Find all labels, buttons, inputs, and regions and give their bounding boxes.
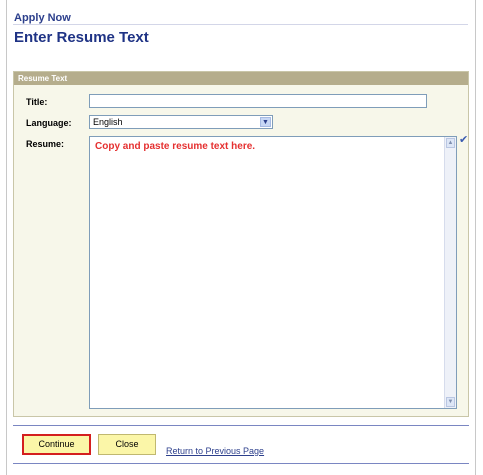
continue-button[interactable]: Continue [22,434,91,455]
spell-check-icon[interactable]: ✔ [459,134,471,146]
section-header: Resume Text [14,72,468,85]
bottom-divider [13,463,469,464]
resume-label: Resume: [26,139,65,149]
resume-scrollbar[interactable]: ▲ ▼ [444,137,456,408]
footer-divider [13,425,469,426]
page-title: Enter Resume Text [14,29,149,46]
chevron-down-icon[interactable]: ▼ [260,117,271,127]
close-button[interactable]: Close [98,434,156,455]
title-label: Title: [26,97,48,107]
resume-placeholder-text: Copy and paste resume text here. [95,141,256,152]
return-to-previous-page-link[interactable]: Return to Previous Page [166,446,264,456]
language-label: Language: [26,118,72,128]
breadcrumb[interactable]: Apply Now [14,12,71,24]
resume-text-section: Resume Text Title: Language: English ▼ R… [13,71,469,417]
breadcrumb-divider [13,24,468,25]
scroll-up-icon[interactable]: ▲ [446,138,455,148]
resume-textarea[interactable]: Copy and paste resume text here. ▲ ▼ [89,136,457,409]
title-field[interactable] [89,94,427,108]
scroll-down-icon[interactable]: ▼ [446,397,455,407]
language-select[interactable]: English ▼ [89,115,273,129]
language-selected-value: English [93,117,123,127]
